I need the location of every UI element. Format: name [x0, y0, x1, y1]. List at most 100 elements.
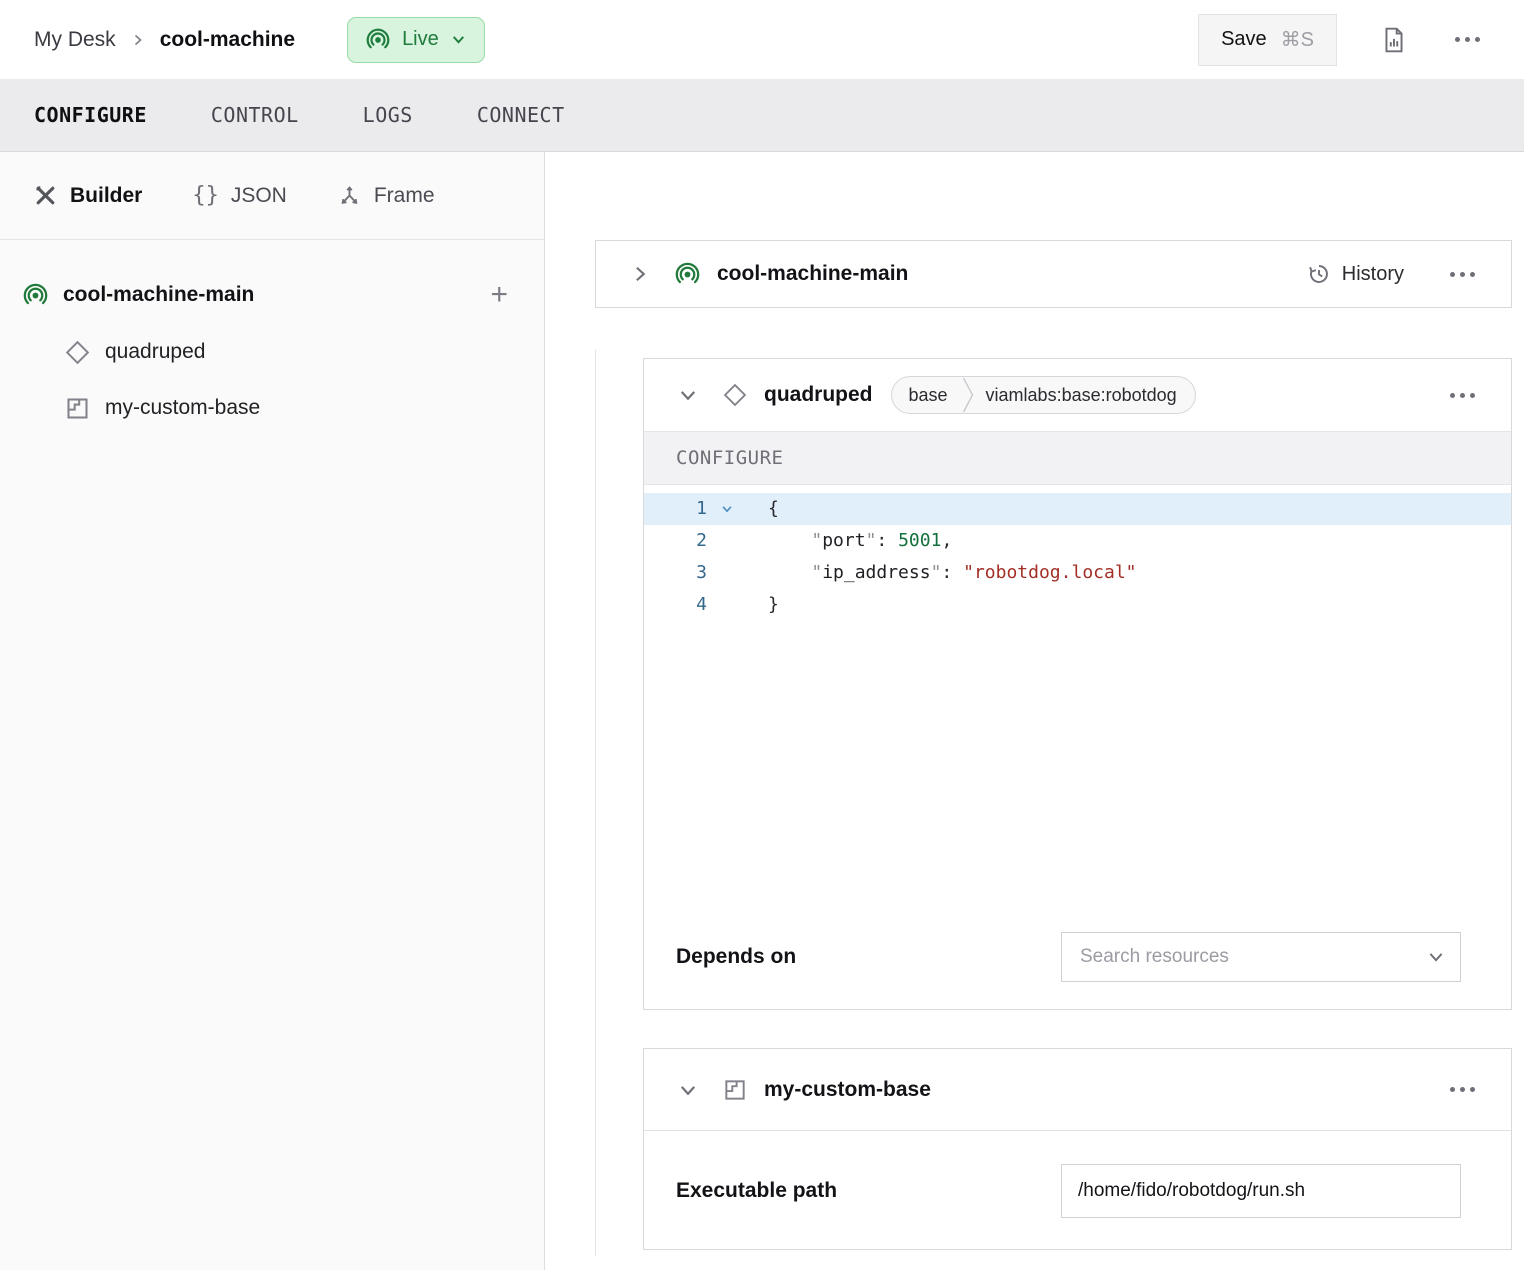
ellipsis-icon [1455, 37, 1480, 42]
quadruped-component-card: quadruped base viamlabs:base:robotdog CO… [643, 358, 1512, 1010]
status-label: Live [402, 28, 439, 51]
fold-toggle[interactable] [707, 493, 747, 525]
broadcast-icon [365, 27, 391, 53]
depends-on-combobox[interactable] [1061, 932, 1461, 982]
code-text: "port": 5001, [747, 525, 952, 557]
machine-part-card: cool-machine-main History [595, 240, 1512, 308]
mode-json[interactable]: {} JSON [192, 183, 287, 208]
pill-divider-chevron [962, 377, 974, 413]
tab-control[interactable]: CONTROL [211, 103, 299, 127]
mode-frame[interactable]: Frame [337, 183, 435, 208]
history-button[interactable]: History [1307, 262, 1404, 286]
process-card-body: Executable path [644, 1131, 1511, 1250]
collapse-card-button[interactable] [676, 383, 700, 407]
breadcrumb-current: cool-machine [160, 28, 295, 52]
mode-builder[interactable]: Builder [33, 183, 142, 208]
executable-path-label: Executable path [676, 1179, 837, 1203]
process-title: my-custom-base [764, 1078, 931, 1102]
component-diamond-icon [64, 339, 91, 366]
expand-card-button[interactable] [628, 262, 652, 286]
breadcrumb-parent[interactable]: My Desk [34, 28, 116, 52]
header-overflow-menu-button[interactable] [1451, 33, 1484, 46]
card-overflow-menu-button[interactable] [1446, 268, 1479, 281]
tab-configure[interactable]: CONFIGURE [34, 103, 147, 127]
code-text: "ip_address": "robotdog.local" [747, 557, 1137, 589]
component-diamond-icon-wrap [722, 382, 748, 408]
history-clock-icon [1307, 262, 1331, 286]
tab-connect[interactable]: CONNECT [477, 103, 565, 127]
process-steps-icon-wrap [722, 1077, 748, 1103]
depends-on-section: Depends on [644, 905, 1511, 1009]
executable-path-input[interactable] [1061, 1164, 1461, 1218]
component-diamond-icon [722, 382, 748, 408]
tree-item-label: my-custom-base [105, 396, 260, 420]
search-resources-input[interactable] [1061, 932, 1461, 982]
component-model: viamlabs:base:robotdog [974, 385, 1195, 406]
tree-item-my-custom-base[interactable]: my-custom-base [0, 380, 544, 436]
header-actions: Save ⌘S [1198, 14, 1484, 66]
breadcrumb: My Desk cool-machine [34, 28, 295, 52]
code-text: } [747, 589, 779, 621]
config-main: cool-machine-main History [546, 152, 1524, 1270]
editor-line-2: 2 "port": 5001, [644, 525, 1511, 557]
tools-icon [33, 183, 58, 208]
depends-on-label: Depends on [676, 945, 796, 969]
card-overflow-menu-button[interactable] [1446, 389, 1479, 402]
braces-icon: {} [192, 183, 219, 208]
json-attributes-editor[interactable]: 1 { 2 "port": 5001, 3 "ip_address": "rob… [644, 485, 1511, 905]
save-shortcut: ⌘S [1281, 27, 1314, 52]
machine-part-title: cool-machine-main [717, 262, 908, 286]
tab-bar: CONFIGURE CONTROL LOGS CONNECT [0, 79, 1524, 152]
mode-builder-label: Builder [70, 184, 142, 208]
mode-json-label: JSON [231, 184, 287, 208]
component-title: quadruped [764, 383, 873, 407]
line-number: 1 [644, 493, 707, 525]
axes-icon [337, 183, 362, 208]
history-label: History [1342, 263, 1404, 286]
mode-frame-label: Frame [374, 184, 435, 208]
editor-line-3: 3 "ip_address": "robotdog.local" [644, 557, 1511, 589]
save-button[interactable]: Save ⌘S [1198, 14, 1337, 66]
machine-status-dropdown[interactable]: Live [347, 17, 485, 63]
save-label: Save [1221, 28, 1267, 51]
process-card-header: my-custom-base [644, 1049, 1511, 1131]
configure-section-label: CONFIGURE [676, 447, 783, 469]
machine-report-button[interactable] [1377, 22, 1411, 58]
tab-logs[interactable]: LOGS [363, 103, 413, 127]
add-resource-button[interactable]: + [490, 280, 508, 310]
editor-line-1: 1 { [644, 493, 1511, 525]
collapse-card-button[interactable] [676, 1078, 700, 1102]
config-sidebar: Builder {} JSON Frame [0, 152, 545, 1270]
line-number: 3 [644, 557, 707, 589]
code-text: { [747, 493, 779, 525]
tree-item-machine-part[interactable]: cool-machine-main + [0, 266, 544, 324]
view-mode-switcher: Builder {} JSON Frame [0, 152, 544, 240]
line-number: 2 [644, 525, 707, 557]
card-overflow-menu-button[interactable] [1446, 1083, 1479, 1096]
tree-item-label: quadruped [105, 340, 205, 364]
process-steps-icon [64, 395, 91, 422]
component-type-model-badge: base viamlabs:base:robotdog [891, 376, 1196, 414]
quadruped-card-header: quadruped base viamlabs:base:robotdog [644, 359, 1511, 431]
chevron-down-icon [678, 1080, 698, 1100]
nesting-guide-line [595, 350, 596, 1256]
process-card: my-custom-base Executable path [643, 1048, 1512, 1250]
broadcast-icon-wrap [674, 261, 701, 288]
tree-item-label: cool-machine-main [63, 283, 254, 307]
chevron-right-icon [130, 32, 146, 48]
line-number: 4 [644, 589, 707, 621]
process-steps-icon [722, 1077, 748, 1103]
broadcast-icon [674, 261, 701, 288]
configure-section-header: CONFIGURE [644, 431, 1511, 485]
viam-machine-page: My Desk cool-machine Live Save ⌘S [0, 0, 1524, 1270]
chevron-down-icon [450, 31, 467, 48]
component-type: base [892, 385, 962, 406]
chevron-right-icon [630, 264, 650, 284]
fold-chevron-down-icon [720, 502, 734, 516]
file-chart-icon [1381, 26, 1407, 54]
top-header: My Desk cool-machine Live Save ⌘S [0, 0, 1524, 79]
broadcast-icon [22, 282, 49, 309]
resource-tree: cool-machine-main + quadruped my-custom-… [0, 240, 544, 436]
tree-item-quadruped[interactable]: quadruped [0, 324, 544, 380]
editor-line-4: 4 } [644, 589, 1511, 621]
